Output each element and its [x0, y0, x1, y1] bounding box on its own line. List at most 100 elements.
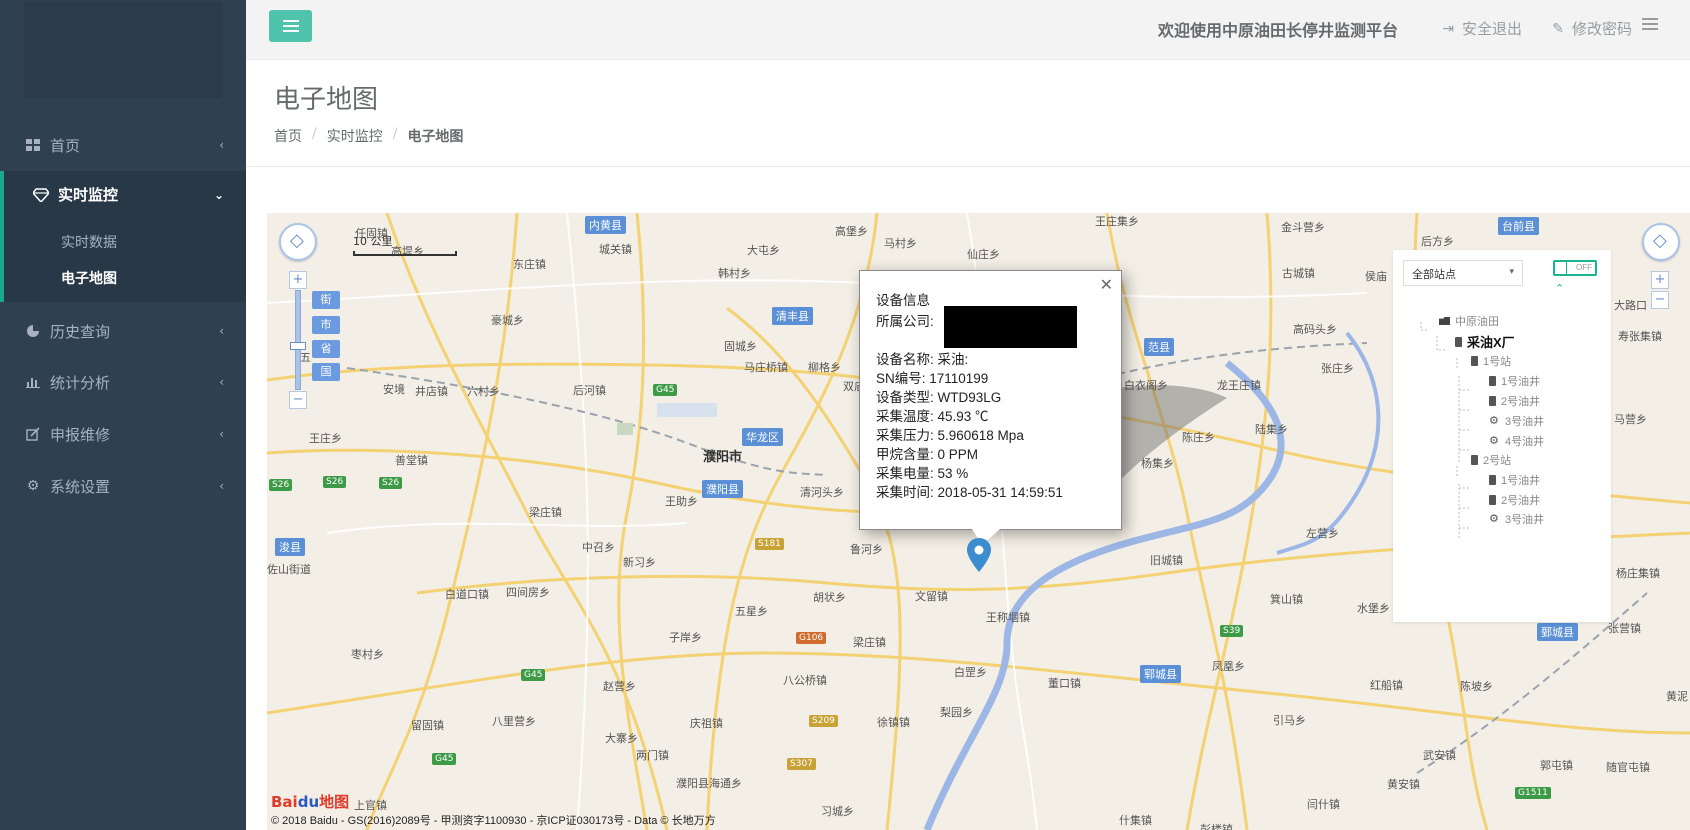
page-title: 电子地图	[274, 85, 379, 115]
top-navbar: 欢迎使用中原油田长停井监测平台 ⇥ 安全退出 ✎ 修改密码	[246, 0, 1690, 60]
map-pan-control[interactable]	[279, 223, 317, 261]
map-canvas[interactable]: 内黄县 清丰县 华龙区 濮阳县 范县 台前县 郓城县 鄄城县 浚县 濮阳市 任固…	[267, 213, 1690, 830]
map-label: 高码头乡	[1293, 323, 1337, 336]
zoom-level-country[interactable]: 国	[312, 363, 340, 381]
tree-node-well[interactable]: 1号油井	[1489, 472, 1540, 488]
info-row: 采集时间: 2018-05-31 14:59:51	[876, 485, 1063, 500]
sidebar-item-settings[interactable]: ⚙ 系统设置 ‹	[0, 461, 246, 511]
map-label: 五	[300, 351, 311, 364]
tree-node-well[interactable]: ⚙ 3号油井	[1489, 511, 1544, 527]
map-scale-bar	[353, 251, 457, 256]
sidebar-item-label: 系统设置	[50, 477, 111, 496]
map-label: 梁庄镇	[529, 506, 562, 519]
logout-link[interactable]: ⇥ 安全退出	[1442, 18, 1522, 39]
diamond-icon	[32, 187, 50, 203]
zoom-out-button[interactable]: −	[289, 391, 307, 409]
zoom-in-button[interactable]: +	[289, 271, 307, 289]
breadcrumb-realtime[interactable]: 实时监控	[327, 126, 383, 146]
map-label: 张营镇	[1608, 622, 1641, 635]
tree-node-root[interactable]: 中原油田	[1439, 313, 1499, 329]
map-pan-control-right[interactable]	[1642, 223, 1680, 261]
sidebar-item-label: 实时监控	[58, 186, 119, 204]
map-label: 白罡乡	[954, 666, 987, 679]
map-label: 金斗营乡	[1281, 221, 1325, 234]
map-marker-icon[interactable]	[967, 538, 991, 572]
map-label-county: 华龙区	[742, 428, 783, 446]
submenu-item-realtime-data[interactable]: 实时数据	[61, 232, 117, 252]
change-password-label: 修改密码	[1571, 20, 1632, 38]
tree-node-well[interactable]: 1号油井	[1489, 373, 1540, 389]
zoom-out-button-right[interactable]: −	[1651, 291, 1669, 309]
chevron-left-icon: ‹	[219, 138, 224, 152]
tree-node-well[interactable]: ⚙ 4号油井	[1489, 433, 1544, 449]
map-label: 八里营乡	[492, 715, 536, 728]
menu-toggle-button[interactable]	[269, 10, 312, 42]
tree-node-plant[interactable]: 采油X厂	[1455, 332, 1515, 351]
chevron-left-icon: ‹	[219, 427, 224, 441]
device-icon	[1471, 455, 1478, 465]
close-icon[interactable]: ✕	[1100, 275, 1113, 295]
sidebar-item-realtime[interactable]: 实时监控 ⌄	[0, 171, 246, 218]
tree-node-station[interactable]: 1号站	[1471, 353, 1511, 369]
road-badge: S26	[269, 479, 293, 491]
road-badge: G1511	[1515, 787, 1551, 799]
map-label: 什集镇	[1119, 814, 1152, 827]
zoom-slider-track[interactable]	[295, 290, 301, 390]
sidebar-item-label: 历史查询	[50, 322, 111, 341]
tree-node-station[interactable]: 2号站	[1471, 452, 1511, 468]
station-tree-panel: 全部站点 OFF ⌃ 中原油田 采油X厂	[1393, 250, 1611, 622]
map-scale: 10 公里	[353, 233, 457, 256]
submenu-item-e-map[interactable]: 电子地图	[61, 268, 117, 288]
map-label: 井店镇	[415, 385, 448, 398]
sidebar-item-repair[interactable]: 申报维修 ‹	[0, 409, 246, 459]
zoom-level-street[interactable]: 街	[312, 291, 340, 309]
sidebar-item-home[interactable]: 首页 ‹	[0, 120, 246, 170]
map-label-county: 内黄县	[585, 216, 626, 234]
road-badge: S209	[809, 715, 838, 727]
road-badge: G106	[796, 632, 827, 644]
map-label: 新习乡	[623, 556, 656, 569]
map-label: 闫什镇	[1307, 798, 1340, 811]
chevron-down-icon: ⌄	[213, 187, 224, 202]
map-label: 东庄镇	[513, 258, 546, 271]
zoom-level-city[interactable]: 市	[312, 316, 340, 334]
map-label: 豪城乡	[491, 314, 524, 327]
map-label: 寿张集镇	[1618, 330, 1662, 343]
device-icon	[1455, 336, 1462, 347]
map-label: 韩村乡	[718, 267, 751, 280]
zoom-level-province[interactable]: 省	[312, 340, 340, 358]
sidebar-item-label: 申报维修	[50, 425, 111, 444]
zoom-in-button-right[interactable]: +	[1651, 271, 1669, 289]
map-label: 旧城镇	[1150, 554, 1183, 567]
road-badge: S181	[755, 538, 784, 550]
tree-node-well[interactable]: 2号油井	[1489, 492, 1540, 508]
breadcrumb-separator: /	[392, 126, 398, 142]
tree-node-label: 采油X厂	[1467, 335, 1515, 350]
map-label: 水堡乡	[1357, 602, 1390, 615]
map-label-county: 浚县	[275, 538, 305, 556]
map-label: 赵营乡	[603, 680, 636, 693]
logo-text: Bai	[271, 793, 298, 811]
sidebar-item-stats[interactable]: 统计分析 ‹	[0, 357, 246, 407]
right-sidebar-toggle-icon[interactable]	[1642, 18, 1658, 32]
info-row: 采集电量: 53 %	[876, 466, 969, 481]
info-company-label: 所属公司:	[876, 314, 934, 329]
map-label: 陆集乡	[1255, 423, 1288, 436]
map-label: 张庄乡	[1321, 362, 1354, 375]
change-password-link[interactable]: ✎ 修改密码	[1552, 18, 1632, 39]
map-copyright: © 2018 Baidu - GS(2016)2089号 - 甲测资字11009…	[271, 815, 716, 827]
baidu-map-logo[interactable]: Baidu地图	[271, 791, 349, 812]
map-label: 留固镇	[411, 719, 444, 732]
map-label: 高堡乡	[835, 225, 868, 238]
zoom-slider-handle[interactable]	[290, 342, 306, 350]
map-label: 上官镇	[354, 799, 387, 812]
tree-node-well[interactable]: 2号油井	[1489, 393, 1540, 409]
info-row: SN编号: 17110199	[876, 371, 989, 386]
logout-label: 安全退出	[1461, 20, 1522, 38]
breadcrumb-home[interactable]: 首页	[274, 126, 302, 146]
map-scale-label: 10 公里	[353, 235, 393, 248]
tree-node-well[interactable]: ⚙ 3号油井	[1489, 413, 1544, 429]
map-label: 安境	[383, 383, 405, 396]
sidebar-item-history[interactable]: 历史查询 ‹	[0, 306, 246, 356]
breadcrumb-current: 电子地图	[407, 129, 464, 145]
